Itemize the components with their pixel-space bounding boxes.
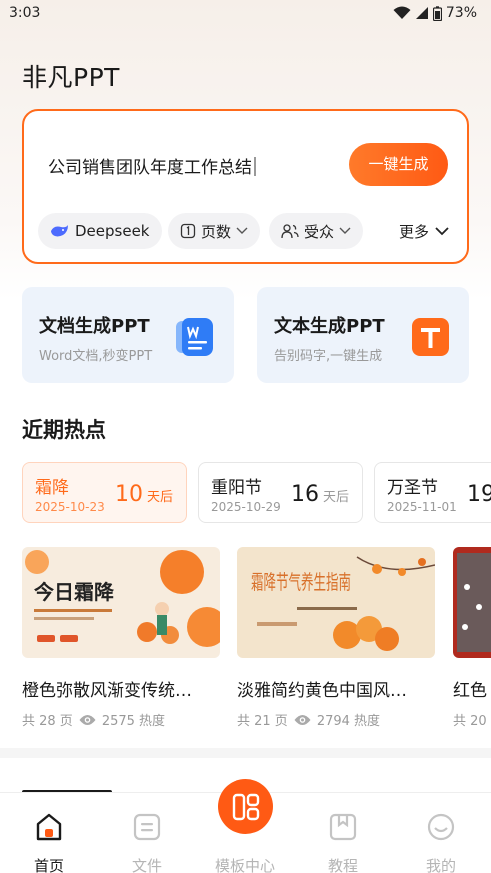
template-center-button[interactable] xyxy=(218,779,273,834)
page-count: 共 28 页 xyxy=(22,714,73,729)
eye-icon xyxy=(294,714,311,725)
more-label: 更多 xyxy=(399,223,430,241)
template-meta: 共 28 页 2575 热度 xyxy=(22,710,165,729)
word-doc-icon xyxy=(176,318,213,356)
section-divider xyxy=(0,748,491,758)
chip-label: 页数 xyxy=(201,222,232,241)
days-value: 19 xyxy=(467,482,491,507)
battery-icon xyxy=(432,5,442,21)
festival-countdown: 16 天后 xyxy=(291,482,349,507)
tab-label: 我的 xyxy=(425,857,456,873)
tab-label: 教程 xyxy=(327,857,358,873)
feature-subtitle: Word文档,秒变PPT xyxy=(39,349,153,364)
wifi-icon xyxy=(393,6,411,19)
festival-countdown: 10 天后 xyxy=(115,482,173,507)
template-preview-image xyxy=(453,547,491,658)
thumb-heading: 霜降节气养生指南 xyxy=(251,570,351,594)
days-unit: 天后 xyxy=(323,490,350,505)
status-time: 3:03 xyxy=(9,5,41,21)
tab-label: 模板中心 xyxy=(214,857,275,873)
template-title[interactable]: 淡雅简约黄色中国风… xyxy=(237,676,435,701)
template-meta: 共 21 页 2794 热度 xyxy=(237,710,380,729)
app-title: 非凡PPT xyxy=(22,63,120,92)
feature-title: 文档生成PPT xyxy=(39,316,150,337)
festival-date: 2025-11-01 xyxy=(387,500,457,514)
festival-name: 万圣节 xyxy=(387,478,438,498)
template-thumbnail[interactable]: 霜降节气养生指南 xyxy=(237,547,435,658)
more-options-button[interactable]: 更多 xyxy=(399,221,449,242)
template-title[interactable]: 红色 xyxy=(453,676,491,701)
template-preview-image: 霜降节气养生指南 xyxy=(237,547,435,658)
days-value: 10 xyxy=(115,482,143,507)
tutorial-icon xyxy=(329,813,357,841)
signal-icon xyxy=(415,7,428,19)
festival-countdown: 19天后 xyxy=(467,482,491,507)
template-meta: 共 20 页 xyxy=(453,710,491,729)
festival-card[interactable]: 重阳节 2025-10-29 16 天后 xyxy=(198,462,363,523)
heat-count: 2794 热度 xyxy=(316,714,381,729)
tab-label: 首页 xyxy=(33,857,64,873)
festival-date: 2025-10-29 xyxy=(211,500,281,514)
chip-label: 受众 xyxy=(304,222,335,241)
status-indicators: 73% xyxy=(393,5,477,21)
file-icon xyxy=(133,813,161,841)
page-count-chip[interactable]: 页数 xyxy=(168,213,261,249)
feature-title: 文本生成PPT xyxy=(274,316,385,337)
eye-icon xyxy=(79,714,96,725)
audience-icon xyxy=(281,224,299,239)
page-count-icon xyxy=(180,223,196,239)
template-title[interactable]: 橙色弥散风渐变传统… xyxy=(22,676,220,701)
tab-label: 文件 xyxy=(131,857,162,873)
battery-level: 73% xyxy=(445,5,477,21)
template-center-icon xyxy=(232,793,259,820)
status-bar: 3:03 73% xyxy=(0,0,491,28)
home-icon xyxy=(36,813,62,841)
section-title-hot: 近期热点 xyxy=(22,418,106,442)
festival-card[interactable]: 霜降 2025-10-23 10 天后 xyxy=(22,462,187,523)
model-chip-deepseek[interactable]: Deepseek xyxy=(38,213,162,249)
prompt-box[interactable]: 公司销售团队年度工作总结 一键生成 Deepseek 页数 受众 更多 xyxy=(22,109,469,264)
days-value: 16 xyxy=(291,482,319,507)
text-caret xyxy=(254,157,256,176)
feature-subtitle: 告别码字,一键生成 xyxy=(274,349,383,364)
deepseek-whale-icon xyxy=(51,225,68,237)
text-to-ppt-card[interactable]: 文本生成PPT 告别码字,一键生成 xyxy=(257,287,469,383)
prompt-input[interactable]: 公司销售团队年度工作总结 xyxy=(48,153,256,178)
chevron-down-icon xyxy=(435,227,449,236)
thumb-heading: 今日霜降 xyxy=(34,580,115,604)
template-thumbnail[interactable]: 今日霜降 xyxy=(22,547,220,658)
audience-chip[interactable]: 受众 xyxy=(269,213,364,249)
chevron-down-icon xyxy=(339,227,351,234)
generate-button[interactable]: 一键生成 xyxy=(349,143,448,186)
festival-date: 2025-10-23 xyxy=(35,500,105,514)
template-preview-image: 今日霜降 xyxy=(22,547,220,658)
festival-name: 霜降 xyxy=(35,478,69,498)
festival-name: 重阳节 xyxy=(211,478,262,498)
doc-to-ppt-card[interactable]: 文档生成PPT Word文档,秒变PPT xyxy=(22,287,234,383)
page-count: 共 21 页 xyxy=(237,714,288,729)
prompt-text: 公司销售团队年度工作总结 xyxy=(48,158,252,178)
chevron-down-icon xyxy=(236,227,248,234)
profile-icon xyxy=(427,813,455,841)
festival-card[interactable]: 万圣节 2025-11-01 19天后 xyxy=(374,462,491,523)
chip-label: Deepseek xyxy=(75,222,150,240)
page-count: 共 20 页 xyxy=(453,714,491,729)
heat-count: 2575 热度 xyxy=(101,714,166,729)
days-unit: 天后 xyxy=(147,490,174,505)
template-thumbnail[interactable] xyxy=(453,547,491,658)
text-t-icon xyxy=(412,318,449,356)
